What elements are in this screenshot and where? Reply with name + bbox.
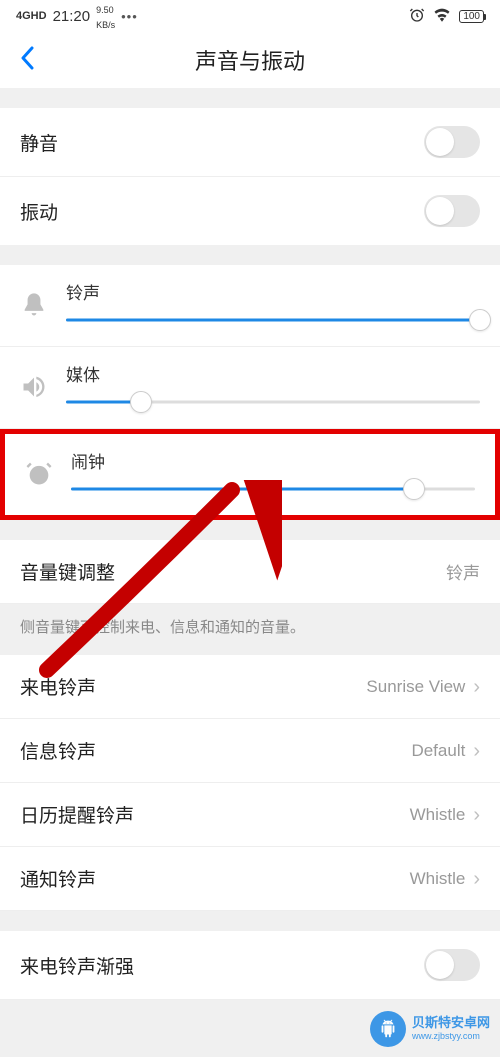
crescendo-row: 来电铃声渐强 <box>0 931 500 1000</box>
back-button[interactable] <box>16 46 38 74</box>
ringtone-slider[interactable] <box>66 316 480 324</box>
volume-key-label: 音量键调整 <box>20 558 115 585</box>
network-speed: 9.50KB/s <box>96 1 115 31</box>
toggles-section: 静音 振动 <box>0 108 500 245</box>
ringtone-list: 来电铃声 Sunrise View › 信息铃声 Default › 日历提醒铃… <box>0 655 500 911</box>
battery-indicator: 100 <box>459 10 484 23</box>
alarm-slider-label: 闹钟 <box>71 448 475 473</box>
crescendo-toggle[interactable] <box>424 949 480 981</box>
alarm-icon <box>409 7 425 26</box>
volume-key-desc: 侧音量键可控制来电、信息和通知的音量。 <box>0 604 500 655</box>
media-slider[interactable] <box>66 398 480 406</box>
media-slider-label: 媒体 <box>66 361 480 386</box>
vibrate-row: 振动 <box>0 177 500 245</box>
alarm-highlight: 闹钟 <box>0 429 500 520</box>
chevron-right-icon: › <box>473 741 480 761</box>
ringtone-slider-row: 铃声 <box>0 265 500 347</box>
signal-indicator: 4GHD <box>16 10 47 22</box>
android-robot-icon <box>370 1011 406 1047</box>
more-dots-icon: ••• <box>121 9 138 24</box>
calendar-ringtone-row[interactable]: 日历提醒铃声 Whistle › <box>0 783 500 847</box>
alarm-clock-icon <box>25 460 53 488</box>
chevron-right-icon: › <box>473 677 480 697</box>
speaker-icon <box>20 373 48 401</box>
crescendo-label: 来电铃声渐强 <box>20 952 134 979</box>
mute-row: 静音 <box>0 108 500 177</box>
sliders-section: 铃声 媒体 闹钟 <box>0 265 500 520</box>
alarm-slider-row: 闹钟 <box>5 434 495 515</box>
chevron-right-icon: › <box>473 805 480 825</box>
status-bar: 4GHD 21:20 9.50KB/s ••• 100 <box>0 0 500 32</box>
watermark: 贝斯特安卓网 www.zjbstyy.com <box>370 1011 490 1047</box>
page-header: 声音与振动 <box>0 32 500 88</box>
page-title: 声音与振动 <box>195 44 305 76</box>
bell-icon <box>20 291 48 319</box>
mute-label: 静音 <box>20 129 58 156</box>
ringtone-slider-label: 铃声 <box>66 279 480 304</box>
message-ringtone-row[interactable]: 信息铃声 Default › <box>0 719 500 783</box>
chevron-right-icon: › <box>473 869 480 889</box>
media-slider-row: 媒体 <box>0 347 500 429</box>
vibrate-toggle[interactable] <box>424 195 480 227</box>
incoming-ringtone-row[interactable]: 来电铃声 Sunrise View › <box>0 655 500 719</box>
notify-ringtone-row[interactable]: 通知铃声 Whistle › <box>0 847 500 911</box>
volume-key-value: 铃声 <box>446 559 480 584</box>
clock-time: 21:20 <box>53 8 91 25</box>
mute-toggle[interactable] <box>424 126 480 158</box>
vibrate-label: 振动 <box>20 198 58 225</box>
wifi-icon <box>433 8 451 25</box>
alarm-slider[interactable] <box>71 485 475 493</box>
volume-key-row[interactable]: 音量键调整 铃声 <box>0 540 500 604</box>
